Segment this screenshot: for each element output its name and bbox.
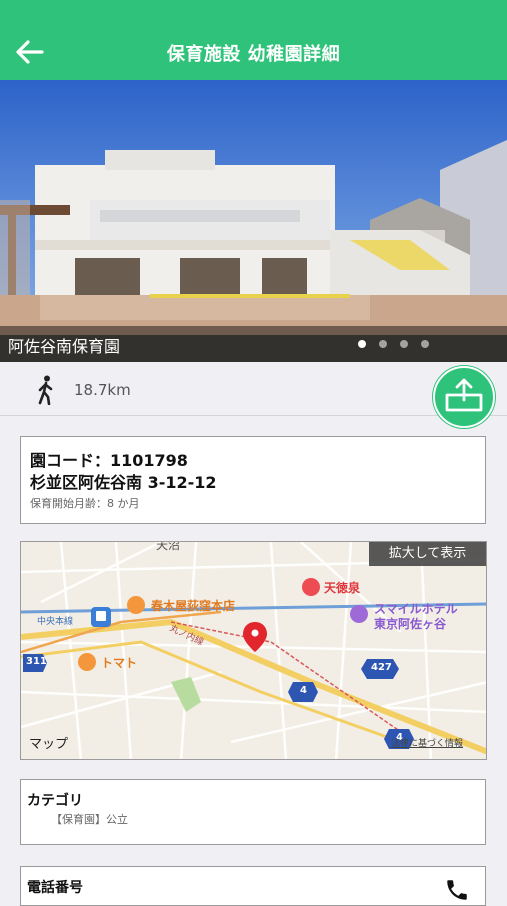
enlarge-map-button[interactable]: 拡大して表示 — [369, 542, 486, 566]
poi-tomato[interactable]: トマト — [101, 654, 137, 671]
distance-value: 18.7km — [74, 381, 131, 399]
facility-photo-carousel[interactable]: 阿佐谷南保育園 — [0, 80, 507, 362]
nav-bar: 保育施設 幼稚園詳細 — [0, 0, 507, 80]
facility-info-card: 園コード：1101798 杉並区阿佐谷南 3-12-12 保育開始月齢：8 か月 — [20, 436, 486, 524]
road-427-label: 427 — [371, 662, 392, 673]
poi-harukiya[interactable]: 春木屋荻窪本店 — [151, 597, 235, 614]
facility-code: 園コード：1101798 — [30, 451, 188, 470]
category-card: カテゴリ 【保育園】公立 — [20, 779, 486, 845]
page-title: 保育施設 幼稚園詳細 — [166, 44, 341, 65]
poi-tentokusen[interactable]: 天徳泉 — [324, 579, 360, 596]
page-dot[interactable] — [358, 340, 366, 348]
apple-maps-logo: マップ — [29, 733, 68, 752]
road-311-label: 311 — [26, 656, 47, 667]
road-4-label: 4 — [300, 685, 307, 696]
category-value: 【保育園】公立 — [51, 813, 128, 826]
poi-hotel-line2[interactable]: 東京阿佐ヶ谷 — [374, 615, 446, 632]
photo-caption-bar: 阿佐谷南保育園 — [0, 326, 507, 362]
map-canvas — [21, 542, 486, 759]
phone-icon[interactable] — [444, 877, 470, 903]
category-label: カテゴリ — [27, 793, 83, 809]
facility-name-caption: 阿佐谷南保育園 — [8, 337, 121, 356]
facility-photo — [0, 80, 507, 362]
page-dot[interactable] — [421, 340, 429, 348]
area-label: 天沼 — [156, 541, 181, 552]
walking-person-icon — [38, 375, 53, 405]
apple-maps-text: マップ — [29, 737, 69, 752]
share-icon — [445, 378, 483, 412]
start-age: 保育開始月齢：8 か月 — [30, 497, 140, 510]
page-dot[interactable] — [400, 340, 408, 348]
carousel-page-indicator[interactable] — [358, 340, 429, 348]
phone-label: 電話番号 — [27, 880, 83, 896]
facility-address: 杉並区阿佐谷南 3-12-12 — [30, 473, 217, 492]
line-label-chuo: 中央本線 — [37, 617, 74, 627]
phone-card[interactable]: 電話番号 — [20, 866, 486, 906]
page-dot[interactable] — [379, 340, 387, 348]
map-view[interactable]: 天沼 春木屋荻窪本店 天徳泉 スマイルホテル 東京阿佐ヶ谷 トマト 中央本線 丸… — [20, 541, 487, 760]
distance-row: 18.7km — [0, 363, 507, 416]
legal-link[interactable]: 法律に基づく情報 — [391, 736, 463, 749]
share-button[interactable] — [433, 366, 495, 428]
